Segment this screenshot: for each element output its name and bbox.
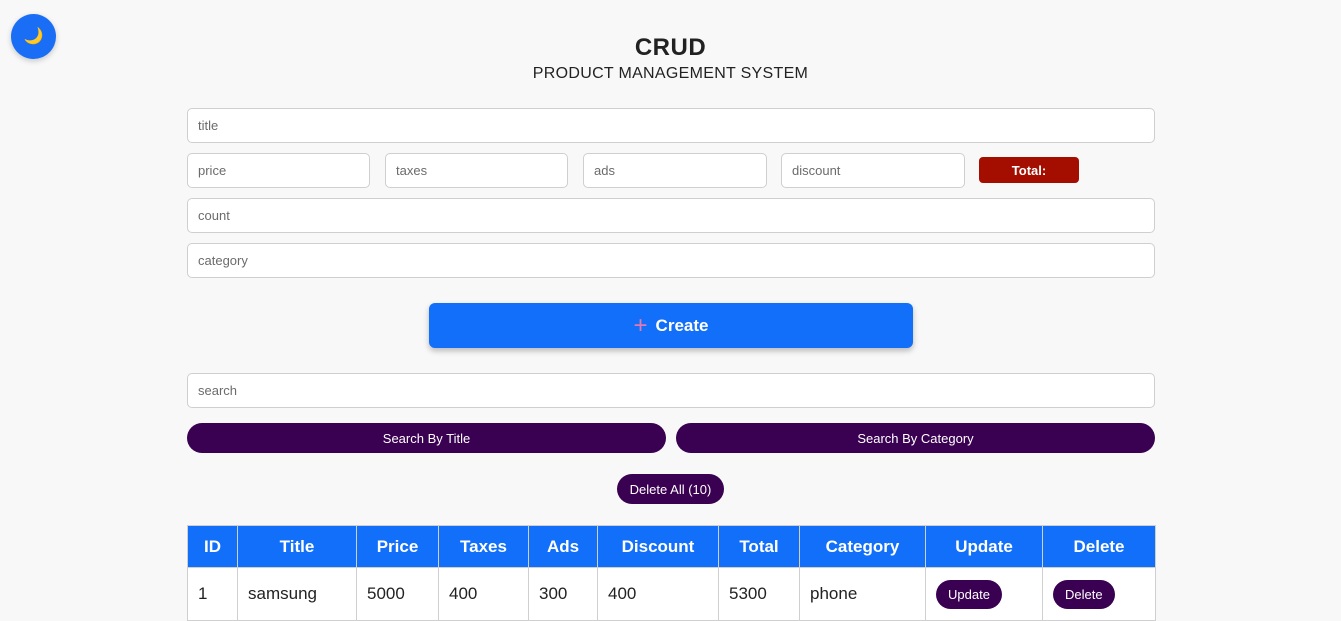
title-input[interactable]: [187, 108, 1155, 143]
header-total: Total: [718, 525, 800, 568]
products-table: ID Title Price Taxes Ads Discount Total …: [187, 525, 1156, 621]
create-button-label: Create: [655, 315, 709, 335]
cell-ads: 300: [528, 567, 598, 621]
create-button[interactable]: + Create: [429, 303, 913, 348]
ads-input[interactable]: [583, 153, 767, 188]
total-badge: Total:: [979, 157, 1079, 183]
cell-id: 1: [187, 567, 238, 621]
table-row: 1 samsung 5000 400 300 400 5300 phone Up…: [187, 567, 1156, 621]
plus-icon: +: [633, 311, 648, 339]
cell-taxes: 400: [438, 567, 529, 621]
search-by-title-button[interactable]: Search By Title: [187, 423, 666, 453]
header-id: ID: [187, 525, 238, 568]
page-title: CRUD: [634, 34, 707, 61]
cell-category: phone: [799, 567, 926, 621]
header-delete: Delete: [1042, 525, 1156, 568]
cell-discount: 400: [597, 567, 719, 621]
count-input[interactable]: [187, 198, 1155, 233]
update-button[interactable]: Update: [936, 579, 1002, 609]
delete-all-button[interactable]: Delete All (10): [617, 474, 724, 504]
header-category: Category: [799, 525, 926, 568]
cell-update: Update: [925, 567, 1043, 621]
header-taxes: Taxes: [438, 525, 529, 568]
discount-input[interactable]: [781, 153, 965, 188]
header-update: Update: [925, 525, 1043, 568]
cell-title: samsung: [237, 567, 357, 621]
header-price: Price: [356, 525, 439, 568]
cell-delete: Delete: [1042, 567, 1156, 621]
category-input[interactable]: [187, 243, 1155, 278]
taxes-input[interactable]: [385, 153, 568, 188]
search-by-category-button[interactable]: Search By Category: [676, 423, 1155, 453]
price-input[interactable]: [187, 153, 370, 188]
page-header: CRUD PRODUCT MANAGEMENT SYSTEM: [0, 34, 1341, 83]
delete-button[interactable]: Delete: [1053, 579, 1115, 609]
search-input[interactable]: [187, 373, 1155, 408]
cell-price: 5000: [356, 567, 439, 621]
cell-total: 5300: [718, 567, 800, 621]
table-header-row: ID Title Price Taxes Ads Discount Total …: [187, 525, 1156, 568]
page-subtitle: PRODUCT MANAGEMENT SYSTEM: [532, 65, 809, 82]
header-ads: Ads: [528, 525, 598, 568]
header-discount: Discount: [597, 525, 719, 568]
header-title: Title: [237, 525, 357, 568]
